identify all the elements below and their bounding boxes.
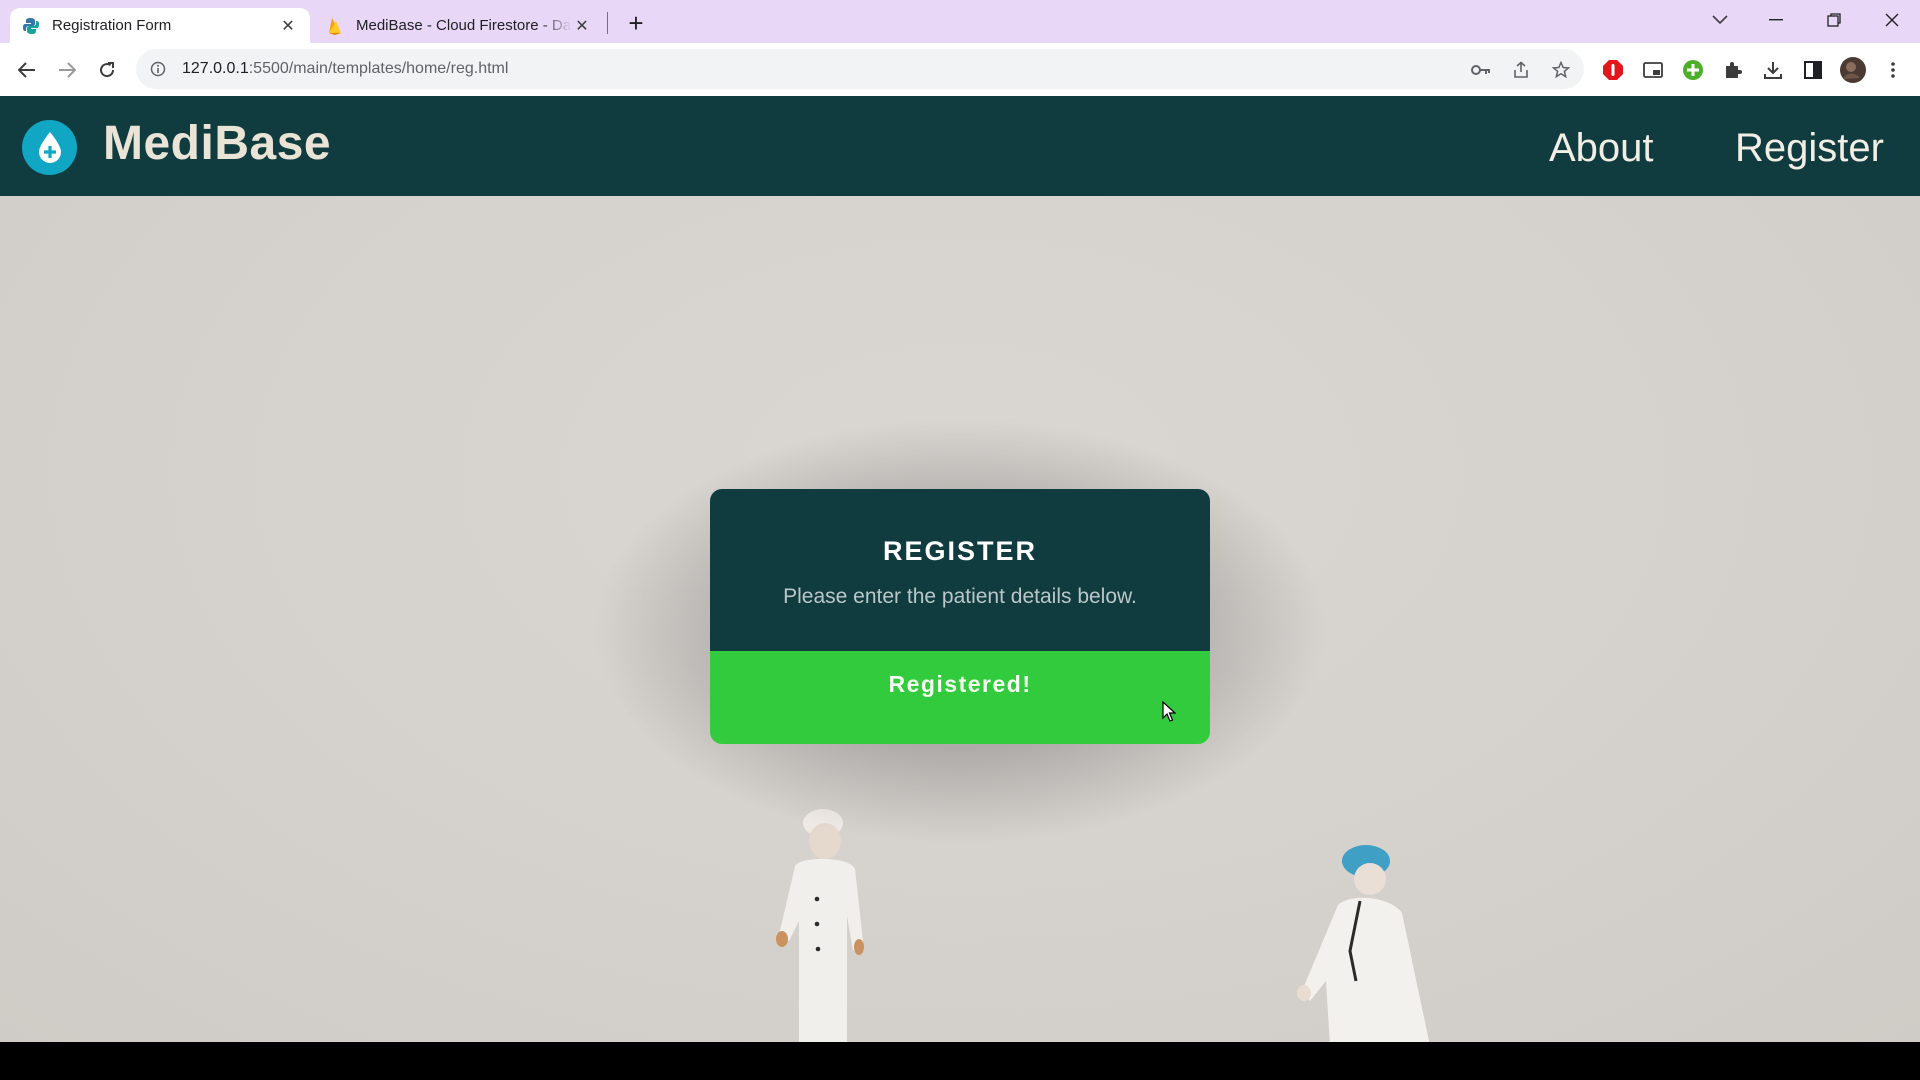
registered-button[interactable]: Registered! <box>710 651 1210 744</box>
tab-title: MediBase - Cloud Firestore - Da <box>356 17 572 34</box>
url-host: 127.0.0.1 <box>182 60 249 77</box>
site-header: MediBase About Register <box>0 96 1920 196</box>
tab-search-chevron-icon[interactable] <box>1692 0 1748 40</box>
adblock-extension-icon[interactable] <box>1600 57 1626 83</box>
nav-register-link[interactable]: Register <box>1735 126 1884 171</box>
close-tab-icon[interactable]: ✕ <box>278 16 298 36</box>
tab-registration-form[interactable]: Registration Form ✕ <box>10 8 310 43</box>
download-icon[interactable] <box>1760 57 1786 83</box>
forward-icon[interactable] <box>50 53 84 87</box>
extensions-puzzle-icon[interactable] <box>1720 57 1746 83</box>
url-text: 127.0.0.1:5500/main/templates/home/reg.h… <box>182 60 508 78</box>
card-subtitle: Please enter the patient details below. <box>783 585 1137 608</box>
green-plus-extension-icon[interactable] <box>1680 57 1706 83</box>
python-icon <box>22 17 40 35</box>
card-header: REGISTER Please enter the patient detail… <box>710 489 1210 651</box>
bottom-letterbox <box>0 1042 1920 1080</box>
menu-kebab-icon[interactable] <box>1880 57 1906 83</box>
brand-name[interactable]: MediBase <box>103 116 331 171</box>
page-viewport: MediBase About Register REGISTER Please … <box>0 96 1920 1042</box>
side-panel-icon[interactable] <box>1800 57 1826 83</box>
doctor-figurine-image <box>1297 845 1430 1042</box>
share-icon[interactable] <box>1510 59 1532 81</box>
bookmark-star-icon[interactable] <box>1550 59 1572 81</box>
minimize-icon[interactable] <box>1748 0 1804 40</box>
url-path: :5500/main/templates/home/reg.html <box>248 60 509 77</box>
restore-icon[interactable] <box>1806 0 1862 40</box>
firebase-icon <box>326 17 344 35</box>
reload-icon[interactable] <box>90 53 124 87</box>
tab-title: Registration Form <box>52 17 172 34</box>
site-info-icon[interactable] <box>148 59 168 79</box>
browser-tabstrip: Registration Form ✕ MediBase - Cloud Fir… <box>0 0 1920 43</box>
key-icon[interactable] <box>1470 59 1492 81</box>
blood-drop-logo-icon[interactable] <box>22 120 77 175</box>
card-title: REGISTER <box>882 536 1038 566</box>
mouse-cursor-icon <box>1162 701 1176 722</box>
back-icon[interactable] <box>10 53 44 87</box>
tab-separator <box>607 12 608 34</box>
nav-about-link[interactable]: About <box>1549 126 1654 171</box>
close-window-icon[interactable] <box>1864 0 1920 40</box>
address-bar[interactable]: 127.0.0.1:5500/main/templates/home/reg.h… <box>136 49 1584 89</box>
tab-medibase-firestore[interactable]: MediBase - Cloud Firestore - Da ✕ <box>314 8 604 43</box>
close-tab-icon[interactable]: ✕ <box>572 16 592 36</box>
profile-avatar[interactable] <box>1840 57 1866 83</box>
picture-in-picture-icon[interactable] <box>1640 57 1666 83</box>
register-card: REGISTER Please enter the patient detail… <box>710 489 1210 744</box>
browser-toolbar: 127.0.0.1:5500/main/templates/home/reg.h… <box>0 43 1920 96</box>
new-tab-button[interactable]: + <box>622 8 650 38</box>
